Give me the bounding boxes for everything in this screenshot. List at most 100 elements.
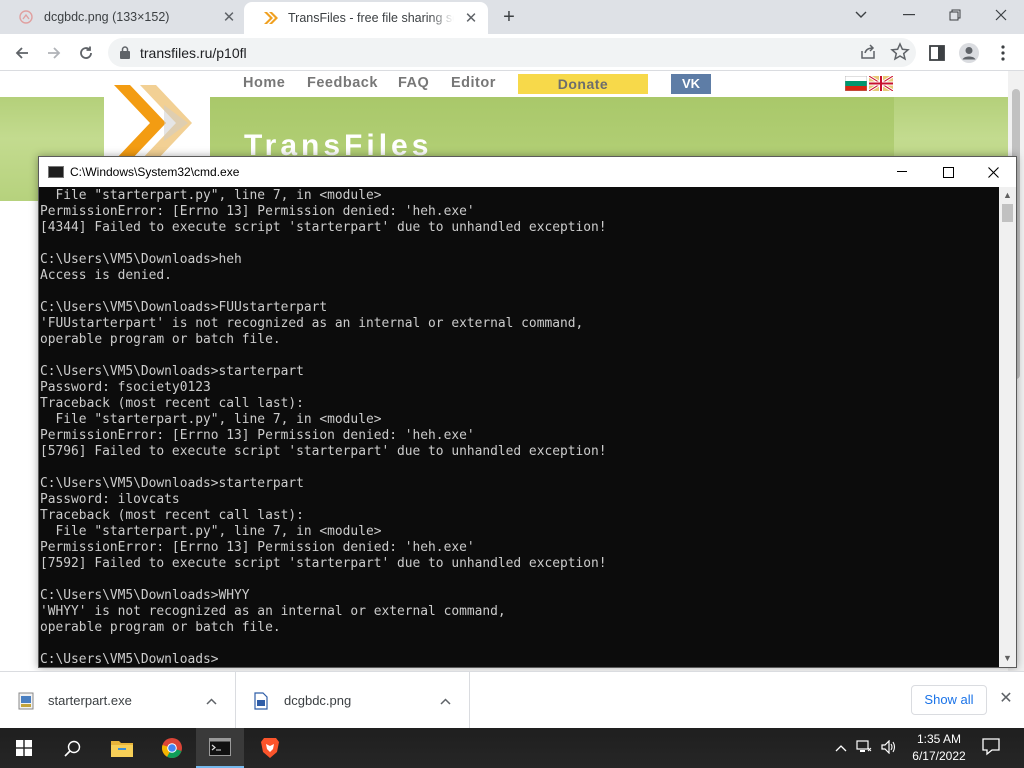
- image-favicon-icon: [18, 9, 34, 25]
- cmd-line: [7592] Failed to execute script 'starter…: [40, 556, 607, 571]
- download-bar: starterpart.exe dcgbdc.png Show all ✕: [0, 671, 1024, 729]
- chrome-icon[interactable]: [148, 728, 196, 768]
- start-icon[interactable]: [0, 728, 48, 768]
- download-item[interactable]: starterpart.exe: [0, 672, 236, 729]
- language-flags: [844, 74, 894, 96]
- download-filename: dcgbdc.png: [284, 693, 352, 708]
- search-icon[interactable]: [48, 728, 96, 768]
- scroll-down-icon[interactable]: ▼: [999, 650, 1016, 667]
- tab-strip: dcgbdc.png (133×152) ✕ TransFiles - free…: [0, 0, 1024, 34]
- cmd-line: [40, 284, 998, 300]
- cmd-output[interactable]: File "starterpart.py", line 7, in <modul…: [40, 187, 998, 667]
- cmd-line: 'FUUstarterpart' is not recognized as an…: [40, 316, 584, 331]
- cmd-line: C:\Users\VM5\Downloads>heh: [40, 252, 242, 267]
- taskbar-clock[interactable]: 1:35 AM 6/17/2022: [906, 731, 972, 765]
- browser-toolbar: transfiles.ru/p10fl: [0, 34, 1024, 71]
- exe-file-icon: [18, 692, 34, 710]
- minimize-icon[interactable]: [886, 0, 932, 30]
- cmd-line: File "starterpart.py", line 7, in <modul…: [40, 524, 382, 539]
- lock-icon[interactable]: [120, 46, 130, 59]
- cmd-line: [40, 348, 998, 364]
- chrome-menu-icon[interactable]: [992, 42, 1014, 64]
- close-download-bar-icon[interactable]: ✕: [996, 689, 1016, 709]
- new-tab-button[interactable]: +: [498, 6, 520, 28]
- share-icon[interactable]: [858, 42, 878, 67]
- tab-search-icon[interactable]: [838, 0, 884, 30]
- tab-image[interactable]: dcgbdc.png (133×152) ✕: [0, 0, 246, 34]
- show-all-button[interactable]: Show all: [911, 685, 987, 715]
- cmd-scrollbar[interactable]: ▲ ▼: [999, 187, 1016, 667]
- cmd-line: PermissionError: [Errno 13] Permission d…: [40, 204, 475, 219]
- chevron-up-icon[interactable]: [201, 694, 221, 708]
- cmd-line: 'WHYY' is not recognized as an internal …: [40, 604, 506, 619]
- donate-button[interactable]: Donate: [518, 74, 648, 94]
- cmd-titlebar[interactable]: C:\Windows\System32\cmd.exe: [39, 157, 1016, 187]
- restore-icon[interactable]: [932, 0, 978, 30]
- file-explorer-icon[interactable]: [98, 728, 146, 768]
- system-tray: [835, 728, 897, 768]
- cmd-line: [4344] Failed to execute script 'starter…: [40, 220, 607, 235]
- reload-icon[interactable]: [72, 39, 100, 67]
- tab-title: TransFiles - free file sharing service: [288, 11, 454, 25]
- cmd-maximize-icon[interactable]: [925, 157, 971, 187]
- tab-title: dcgbdc.png (133×152): [44, 10, 170, 24]
- close-window-icon[interactable]: [978, 0, 1024, 30]
- cmd-line: Password: ilovcats: [40, 492, 180, 507]
- cmd-minimize-icon[interactable]: [879, 157, 925, 187]
- cmd-taskbar-icon[interactable]: [196, 728, 244, 768]
- cmd-line: C:\Users\VM5\Downloads>: [40, 652, 219, 667]
- profile-avatar-icon[interactable]: [958, 42, 980, 64]
- cmd-window[interactable]: C:\Windows\System32\cmd.exe File "starte…: [38, 156, 1017, 668]
- side-panel-icon[interactable]: [926, 42, 948, 64]
- chevron-up-icon[interactable]: [435, 694, 455, 708]
- clock-date: 6/17/2022: [912, 749, 966, 763]
- scroll-up-icon[interactable]: ▲: [999, 187, 1016, 204]
- url-text: transfiles.ru/p10fl: [140, 44, 247, 61]
- windows-taskbar: 1:35 AM 6/17/2022: [0, 728, 1024, 768]
- brave-icon[interactable]: [246, 728, 294, 768]
- back-icon[interactable]: [8, 39, 36, 67]
- forward-icon[interactable]: [40, 39, 68, 67]
- network-icon[interactable]: [856, 739, 872, 757]
- download-filename: starterpart.exe: [48, 693, 132, 708]
- cmd-close-icon[interactable]: [970, 157, 1016, 187]
- vk-button[interactable]: VK: [671, 74, 711, 94]
- cmd-line: [5796] Failed to execute script 'starter…: [40, 444, 607, 459]
- volume-icon[interactable]: [881, 739, 897, 757]
- nav-editor[interactable]: Editor: [451, 75, 496, 91]
- bookmark-star-icon[interactable]: [890, 42, 910, 67]
- tab-close-icon[interactable]: ✕: [462, 9, 480, 27]
- notification-icon[interactable]: [981, 736, 1003, 758]
- cmd-line: [40, 460, 998, 476]
- cmd-line: PermissionError: [Errno 13] Permission d…: [40, 540, 475, 555]
- cmd-title: C:\Windows\System32\cmd.exe: [70, 165, 240, 179]
- cmd-line: operable program or batch file.: [40, 332, 281, 347]
- cmd-line: [40, 572, 998, 588]
- bulgarian-flag-icon[interactable]: [844, 75, 868, 96]
- cmd-line: C:\Users\VM5\Downloads>FUUstarterpart: [40, 300, 328, 315]
- cmd-line: C:\Users\VM5\Downloads>starterpart: [40, 476, 304, 491]
- download-item[interactable]: dcgbdc.png: [236, 672, 470, 729]
- nav-feedback[interactable]: Feedback: [307, 75, 378, 91]
- image-file-icon: [254, 691, 270, 710]
- cmd-line: Traceback (most recent call last):: [40, 396, 304, 411]
- tab-transfiles[interactable]: TransFiles - free file sharing service ✕: [244, 2, 488, 34]
- cmd-line: Access is denied.: [40, 268, 172, 283]
- transfiles-favicon-icon: [262, 10, 278, 26]
- cmd-line: Password: fsociety0123: [40, 380, 211, 395]
- uk-flag-icon[interactable]: [868, 74, 894, 96]
- address-bar[interactable]: transfiles.ru/p10fl: [108, 38, 916, 67]
- cmd-line: operable program or batch file.: [40, 620, 281, 635]
- chevron-up-icon[interactable]: [835, 741, 847, 755]
- nav-faq[interactable]: FAQ: [398, 75, 429, 91]
- cmd-line: Traceback (most recent call last):: [40, 508, 304, 523]
- nav-home[interactable]: Home: [243, 75, 285, 91]
- clock-time: 1:35 AM: [916, 732, 962, 746]
- cmd-line: File "starterpart.py", line 7, in <modul…: [40, 188, 382, 203]
- tab-close-icon[interactable]: ✕: [220, 8, 238, 26]
- cmd-line: PermissionError: [Errno 13] Permission d…: [40, 428, 475, 443]
- cmd-line: [40, 236, 998, 252]
- cmd-line: C:\Users\VM5\Downloads>starterpart: [40, 364, 304, 379]
- cmd-scrollbar-thumb[interactable]: [1002, 204, 1013, 222]
- cmd-icon: [48, 166, 64, 178]
